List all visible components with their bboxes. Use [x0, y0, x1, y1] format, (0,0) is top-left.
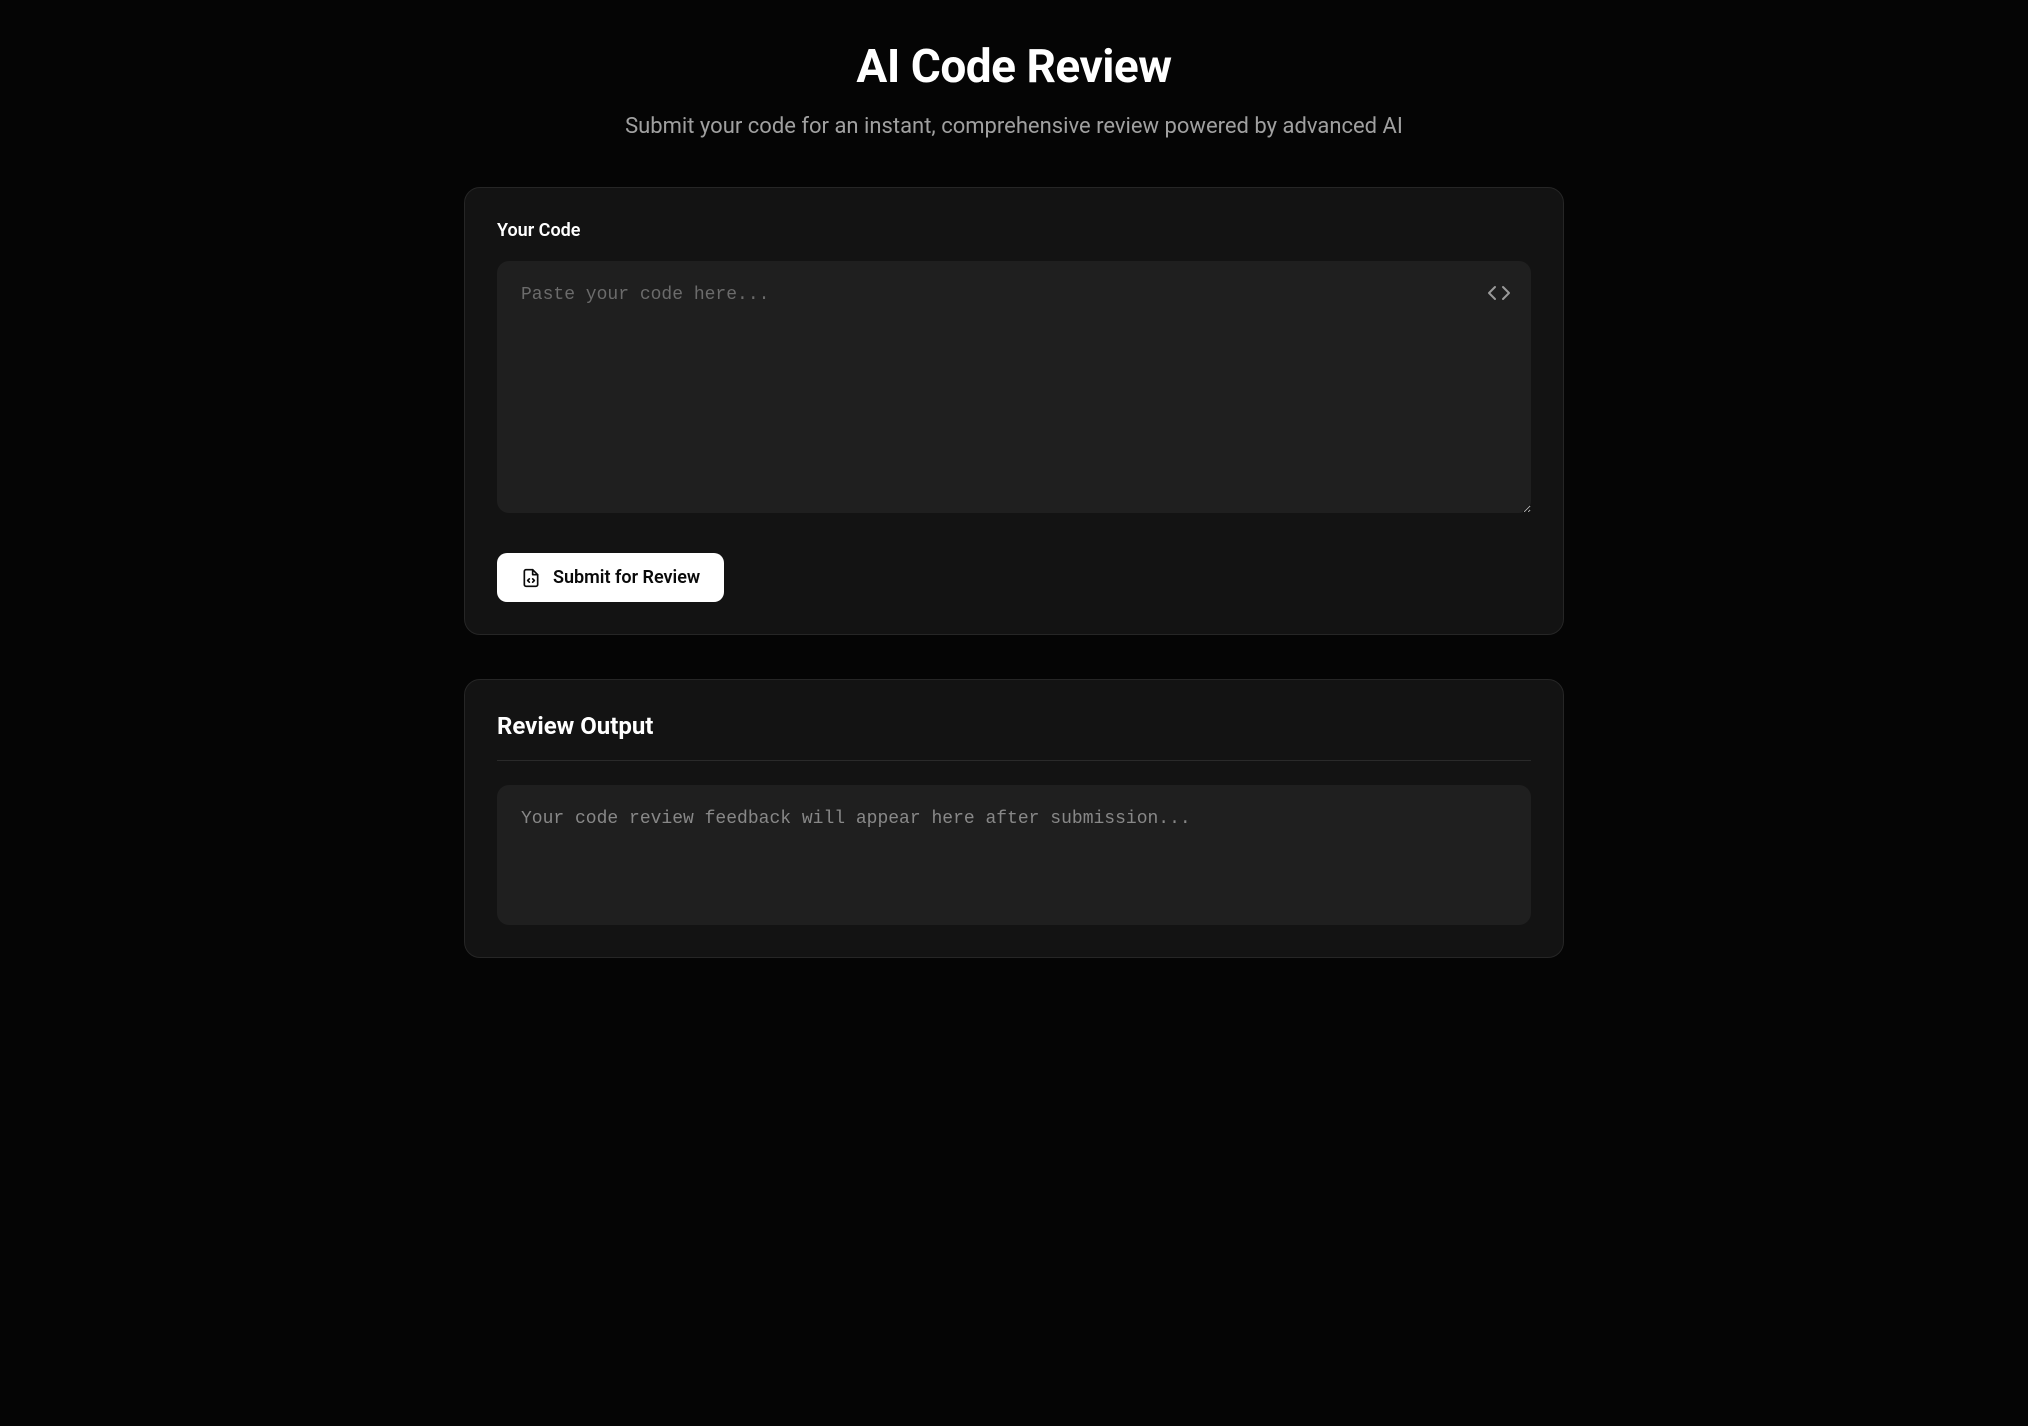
page-container: AI Code Review Submit your code for an i…: [424, 40, 1604, 958]
page-subtitle: Submit your code for an instant, compreh…: [464, 114, 1564, 139]
output-placeholder: Your code review feedback will appear he…: [521, 809, 1507, 829]
output-box: Your code review feedback will appear he…: [497, 785, 1531, 925]
textarea-wrapper: [497, 261, 1531, 517]
code-input[interactable]: [497, 261, 1531, 513]
output-divider: [497, 760, 1531, 761]
submit-button[interactable]: Submit for Review: [497, 553, 724, 602]
submit-button-label: Submit for Review: [553, 567, 700, 588]
output-card: Review Output Your code review feedback …: [464, 679, 1564, 958]
input-card: Your Code Submit for Review: [464, 187, 1564, 635]
header: AI Code Review Submit your code for an i…: [464, 40, 1564, 139]
code-icon: [1487, 281, 1511, 305]
page-title: AI Code Review: [464, 40, 1564, 94]
file-code-icon: [521, 568, 541, 588]
output-heading: Review Output: [497, 712, 1531, 740]
code-input-label: Your Code: [497, 220, 1531, 241]
